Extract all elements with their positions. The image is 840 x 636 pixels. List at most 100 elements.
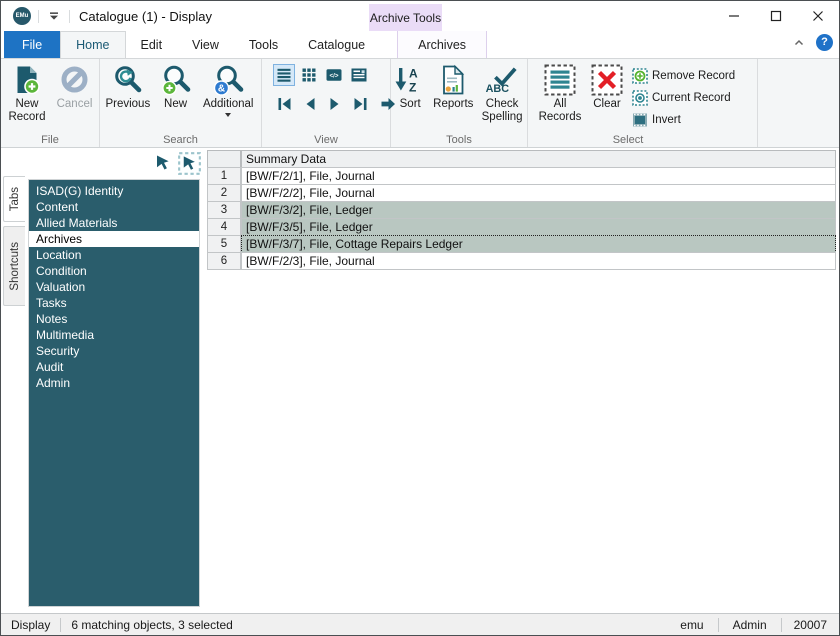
row-summary[interactable]: [BW/F/3/2], File, Ledger [241,201,836,219]
row-summary[interactable]: [BW/F/2/1], File, Journal [241,167,836,185]
ribbon-tab-row: File Home Edit View Tools Catalogue Arch… [1,31,839,58]
marquee-select-mode-button[interactable] [177,151,201,175]
nav-first-button[interactable] [273,93,296,115]
table-row[interactable]: 5 [BW/F/3/7], File, Cottage Repairs Ledg… [207,235,836,253]
remove-record-icon [632,68,648,84]
view-grid-button[interactable] [298,64,320,86]
row-summary[interactable]: [BW/F/2/2], File, Journal [241,184,836,202]
sidebar-item-isadg-identity[interactable]: ISAD(G) Identity [29,183,199,199]
tab-tools[interactable]: Tools [234,31,293,58]
code-view-icon: </> [326,69,342,81]
sidebar-item-admin[interactable]: Admin [29,375,199,391]
sidebar-item-condition[interactable]: Condition [29,263,199,279]
ribbon-group-select: All Records Clear Remove Record Current … [528,59,758,147]
search-new-button[interactable]: New [157,62,195,111]
maximize-icon [770,10,782,22]
sidebar-item-location[interactable]: Location [29,247,199,263]
nav-next-button[interactable] [323,93,346,115]
search-new-label: New [164,98,188,110]
invert-selection-button[interactable]: Invert [632,109,735,131]
cancel-button[interactable]: Cancel [54,62,96,111]
previous-record-icon [306,98,314,110]
collapse-ribbon-button[interactable] [790,33,808,51]
search-additional-button[interactable]: & Additional [197,62,259,117]
current-record-icon [632,90,648,106]
sidebar-item-allied-materials[interactable]: Allied Materials [29,215,199,231]
sidebar-item-tasks[interactable]: Tasks [29,295,199,311]
side-tab-shortcuts[interactable]: Shortcuts [3,226,25,306]
table-row[interactable]: 2 [BW/F/2/2], File, Journal [207,184,836,202]
table-row[interactable]: 4 [BW/F/3/5], File, Ledger [207,218,836,236]
all-records-label: All Records [538,98,582,123]
sort-icon: A Z [395,67,418,95]
view-code-button[interactable]: </> [323,64,345,86]
sidebar-item-notes[interactable]: Notes [29,311,199,327]
titlebar-divider [69,9,70,23]
summary-data-column-header[interactable]: Summary Data [241,150,836,168]
row-number: 1 [207,167,241,185]
nav-previous-button[interactable] [298,93,321,115]
current-record-button[interactable]: Current Record [632,87,735,109]
sidebar-item-security[interactable]: Security [29,343,199,359]
first-record-icon [278,98,290,110]
app-logo-text: EMu [15,13,29,19]
new-record-label: New Record [8,98,46,123]
check-spelling-icon: ABC [486,67,517,95]
maximize-button[interactable] [755,1,797,31]
tab-file[interactable]: File [4,31,61,58]
row-summary[interactable]: [BW/F/2/3], File, Journal [241,252,836,270]
last-record-icon [354,98,366,110]
table-row[interactable]: 3 [BW/F/3/2], File, Ledger [207,201,836,219]
sidebar-item-audit[interactable]: Audit [29,359,199,375]
close-button[interactable] [797,1,839,31]
ribbon: New Record Cancel File Previous New & Ad… [1,58,839,148]
status-mode: Display [11,617,51,632]
app-logo-icon[interactable]: EMu [13,7,31,25]
sidebar-item-valuation[interactable]: Valuation [29,279,199,295]
side-tab-tabs[interactable]: Tabs [3,176,25,222]
cancel-icon [61,66,87,93]
invert-selection-icon [633,113,647,127]
svg-text:A: A [409,67,418,81]
remove-record-button[interactable]: Remove Record [632,65,735,87]
new-record-button[interactable]: New Record [5,62,50,124]
status-user: Admin [732,617,767,632]
ribbon-group-label-view: View [314,134,338,146]
all-records-button[interactable]: All Records [534,62,586,124]
minimize-button[interactable] [713,1,755,31]
row-summary[interactable]: [BW/F/3/5], File, Ledger [241,218,836,236]
new-record-icon [17,66,40,95]
table-row[interactable]: 6 [BW/F/2/3], File, Journal [207,252,836,270]
sort-button[interactable]: A Z Sort [393,62,427,111]
tab-home[interactable]: Home [60,31,126,58]
reports-button[interactable]: Reports [431,62,475,111]
nav-last-button[interactable] [348,93,371,115]
svg-text:Z: Z [409,81,416,95]
quick-access-dropdown-button[interactable] [46,7,62,25]
search-previous-button[interactable]: Previous [102,62,154,111]
row-summary[interactable]: [BW/F/3/7], File, Cottage Repairs Ledger [241,235,836,253]
invert-selection-label: Invert [652,114,681,126]
check-spelling-label: Check Spelling [481,98,523,123]
form-view-icon [351,68,367,82]
tab-archives[interactable]: Archives [397,31,488,58]
help-button[interactable]: ? [816,33,833,51]
tab-catalogue[interactable]: Catalogue [293,31,380,58]
tab-row-right-controls: ? [790,33,833,51]
table-row[interactable]: 1 [BW/F/2/1], File, Journal [207,167,836,185]
view-form-button[interactable] [348,64,370,86]
ribbon-group-tools: A Z Sort Reports ABC Check Spelling Tool… [391,59,528,147]
sidebar-item-content[interactable]: Content [29,199,199,215]
search-previous-label: Previous [105,98,151,110]
sidebar-item-multimedia[interactable]: Multimedia [29,327,199,343]
tab-edit[interactable]: Edit [126,31,178,58]
clear-button[interactable]: Clear [588,62,626,111]
list-view-icon [277,68,291,82]
sidebar-item-archives[interactable]: Archives [29,231,199,247]
ribbon-group-label-search: Search [163,134,198,146]
current-record-label: Current Record [652,92,731,104]
tab-view[interactable]: View [177,31,234,58]
view-list-button[interactable] [273,64,295,86]
pointer-mode-button[interactable] [151,151,175,175]
check-spelling-button[interactable]: ABC Check Spelling [479,62,525,124]
